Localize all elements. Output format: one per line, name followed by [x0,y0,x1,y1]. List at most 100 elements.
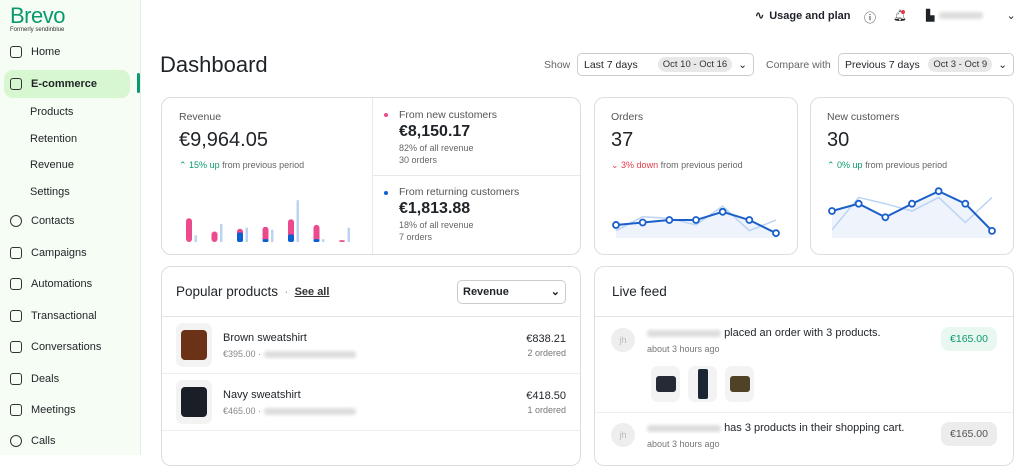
phone-icon [10,435,22,447]
live-feed-panel: Live feed jh placed an order with 3 prod… [594,266,1014,466]
new-customers-line-chart [828,187,996,238]
transfer-icon [10,310,22,322]
data-point [745,216,754,224]
sidebar-item-calls[interactable]: Calls [0,427,141,455]
calendar-icon [10,404,22,416]
contacts-icon [10,215,22,227]
data-point [908,199,916,208]
data-point [854,199,863,208]
returning-customers-dot [384,191,388,195]
data-point [828,207,836,215]
data-point [881,213,890,222]
data-point [988,226,996,235]
sku-redacted [263,350,356,358]
send-icon [10,247,22,259]
product-row[interactable]: Brown sweatshirt €395.00 · €838.21 2 order… [162,317,580,374]
product-row[interactable]: Navy sweatshirt €465.00 · €418.50 1 ordere… [162,374,580,431]
product-thumbnail [688,366,717,402]
new-customers-dot [384,113,388,117]
product-thumbnail [651,366,680,402]
order-amount-badge: €165.00 [941,327,997,351]
activity-icon: ∿ [755,10,765,22]
data-point [638,218,647,227]
help-icon[interactable]: ⓘ [864,9,876,26]
active-indicator [137,73,140,93]
customer-name-redacted [647,329,721,337]
sort-select[interactable]: Revenue ⌄ [457,279,566,304]
chevron-down-icon: ⌄ [738,58,747,71]
data-point [665,216,674,224]
notification-dot [901,10,905,14]
section-title: Popular products [176,284,279,299]
sidebar-item-transactional[interactable]: Transactional [0,302,141,330]
sidebar-item-home[interactable]: Home [0,38,141,66]
sidebar-item-ecommerce[interactable]: E-commerce [4,70,130,98]
show-label: Show [544,59,571,71]
revenue-bar-chart [186,200,350,242]
bar-previous-period [322,239,325,242]
bar-previous-period [296,200,299,242]
sidebar-subitem-products[interactable]: Products [30,106,73,118]
compare-period-select[interactable]: Previous 7 days Oct 3 - Oct 9 ⌄ [838,53,1014,76]
new-customers-card: New customers 30 ⌃ 0% up from previous p… [810,97,1014,255]
bar-returning-customers [237,232,243,242]
sidebar-subitem-retention[interactable]: Retention [30,133,77,145]
data-point [772,229,780,238]
account-menu[interactable]: ▙ ⌄ [926,9,1016,22]
chevron-down-icon: ⌄ [550,286,560,298]
shopping-bag-icon [10,78,22,90]
sku-redacted [263,407,356,415]
bar-new-customers [339,240,345,242]
cart-amount-badge: €165.00 [941,422,997,446]
customer-name-redacted [647,424,721,432]
product-thumbnail [725,366,754,402]
sidebar-item-automations[interactable]: Automations [0,270,141,298]
bar-new-customers [186,218,192,242]
chat-icon [10,341,22,353]
bar-previous-period [347,227,350,242]
revenue-value: €9,964.05 [179,129,268,151]
bar-new-customers [211,231,218,242]
bar-returning-customers [313,239,320,242]
arrow-up-icon: ⌃ [827,160,838,170]
bar-previous-period [220,223,223,242]
sidebar-subitem-settings[interactable]: Settings [30,186,70,198]
sidebar-item-deals[interactable]: Deals [0,365,141,393]
bar-previous-period [245,227,248,242]
bar-returning-customers [262,239,269,242]
brevo-logo[interactable]: Brevo Formerly sendinblue [10,3,65,33]
feed-item[interactable]: jh has 3 products in their shopping cart… [595,413,1013,463]
see-all-link[interactable]: See all [295,286,330,298]
data-point [718,207,727,216]
date-range-pill: Oct 10 - Oct 16 [657,57,733,72]
arrow-up-icon: ⌃ [179,160,190,170]
sidebar-subitem-revenue[interactable]: Revenue [30,159,74,171]
sidebar-item-meetings[interactable]: Meetings [0,396,141,424]
data-point [612,221,620,229]
bar-returning-customers [288,234,294,242]
show-period-select[interactable]: Last 7 days Oct 10 - Oct 16 ⌄ [577,53,754,76]
sidebar: Brevo Formerly sendinblue Home E-commerc… [0,0,141,455]
sidebar-item-conversations[interactable]: Conversations [0,333,141,361]
feed-item[interactable]: jh placed an order with 3 products. abou… [595,317,1013,413]
data-point [961,199,970,208]
usage-and-plan-button[interactable]: ∿ Usage and plan [755,9,851,23]
chevron-down-icon: ⌄ [998,58,1007,71]
home-icon [10,46,22,58]
sidebar-item-contacts[interactable]: Contacts [0,207,141,235]
account-name-redacted [939,12,984,19]
product-image [176,380,212,424]
date-range-pill: Oct 3 - Oct 9 [928,57,993,72]
building-icon: ▙ [926,10,935,22]
area-fill [832,191,992,238]
chevron-down-icon: ⌄ [1006,10,1016,22]
deals-icon [10,373,22,385]
automation-icon [10,278,22,290]
product-image [176,323,212,367]
bell-icon[interactable]: 🔔︎ [893,9,907,22]
bar-previous-period [271,229,274,242]
arrow-down-icon: ⌄ [611,160,622,170]
orders-line-chart [612,205,780,238]
sidebar-item-campaigns[interactable]: Campaigns [0,239,141,267]
bar-previous-period [194,235,197,242]
